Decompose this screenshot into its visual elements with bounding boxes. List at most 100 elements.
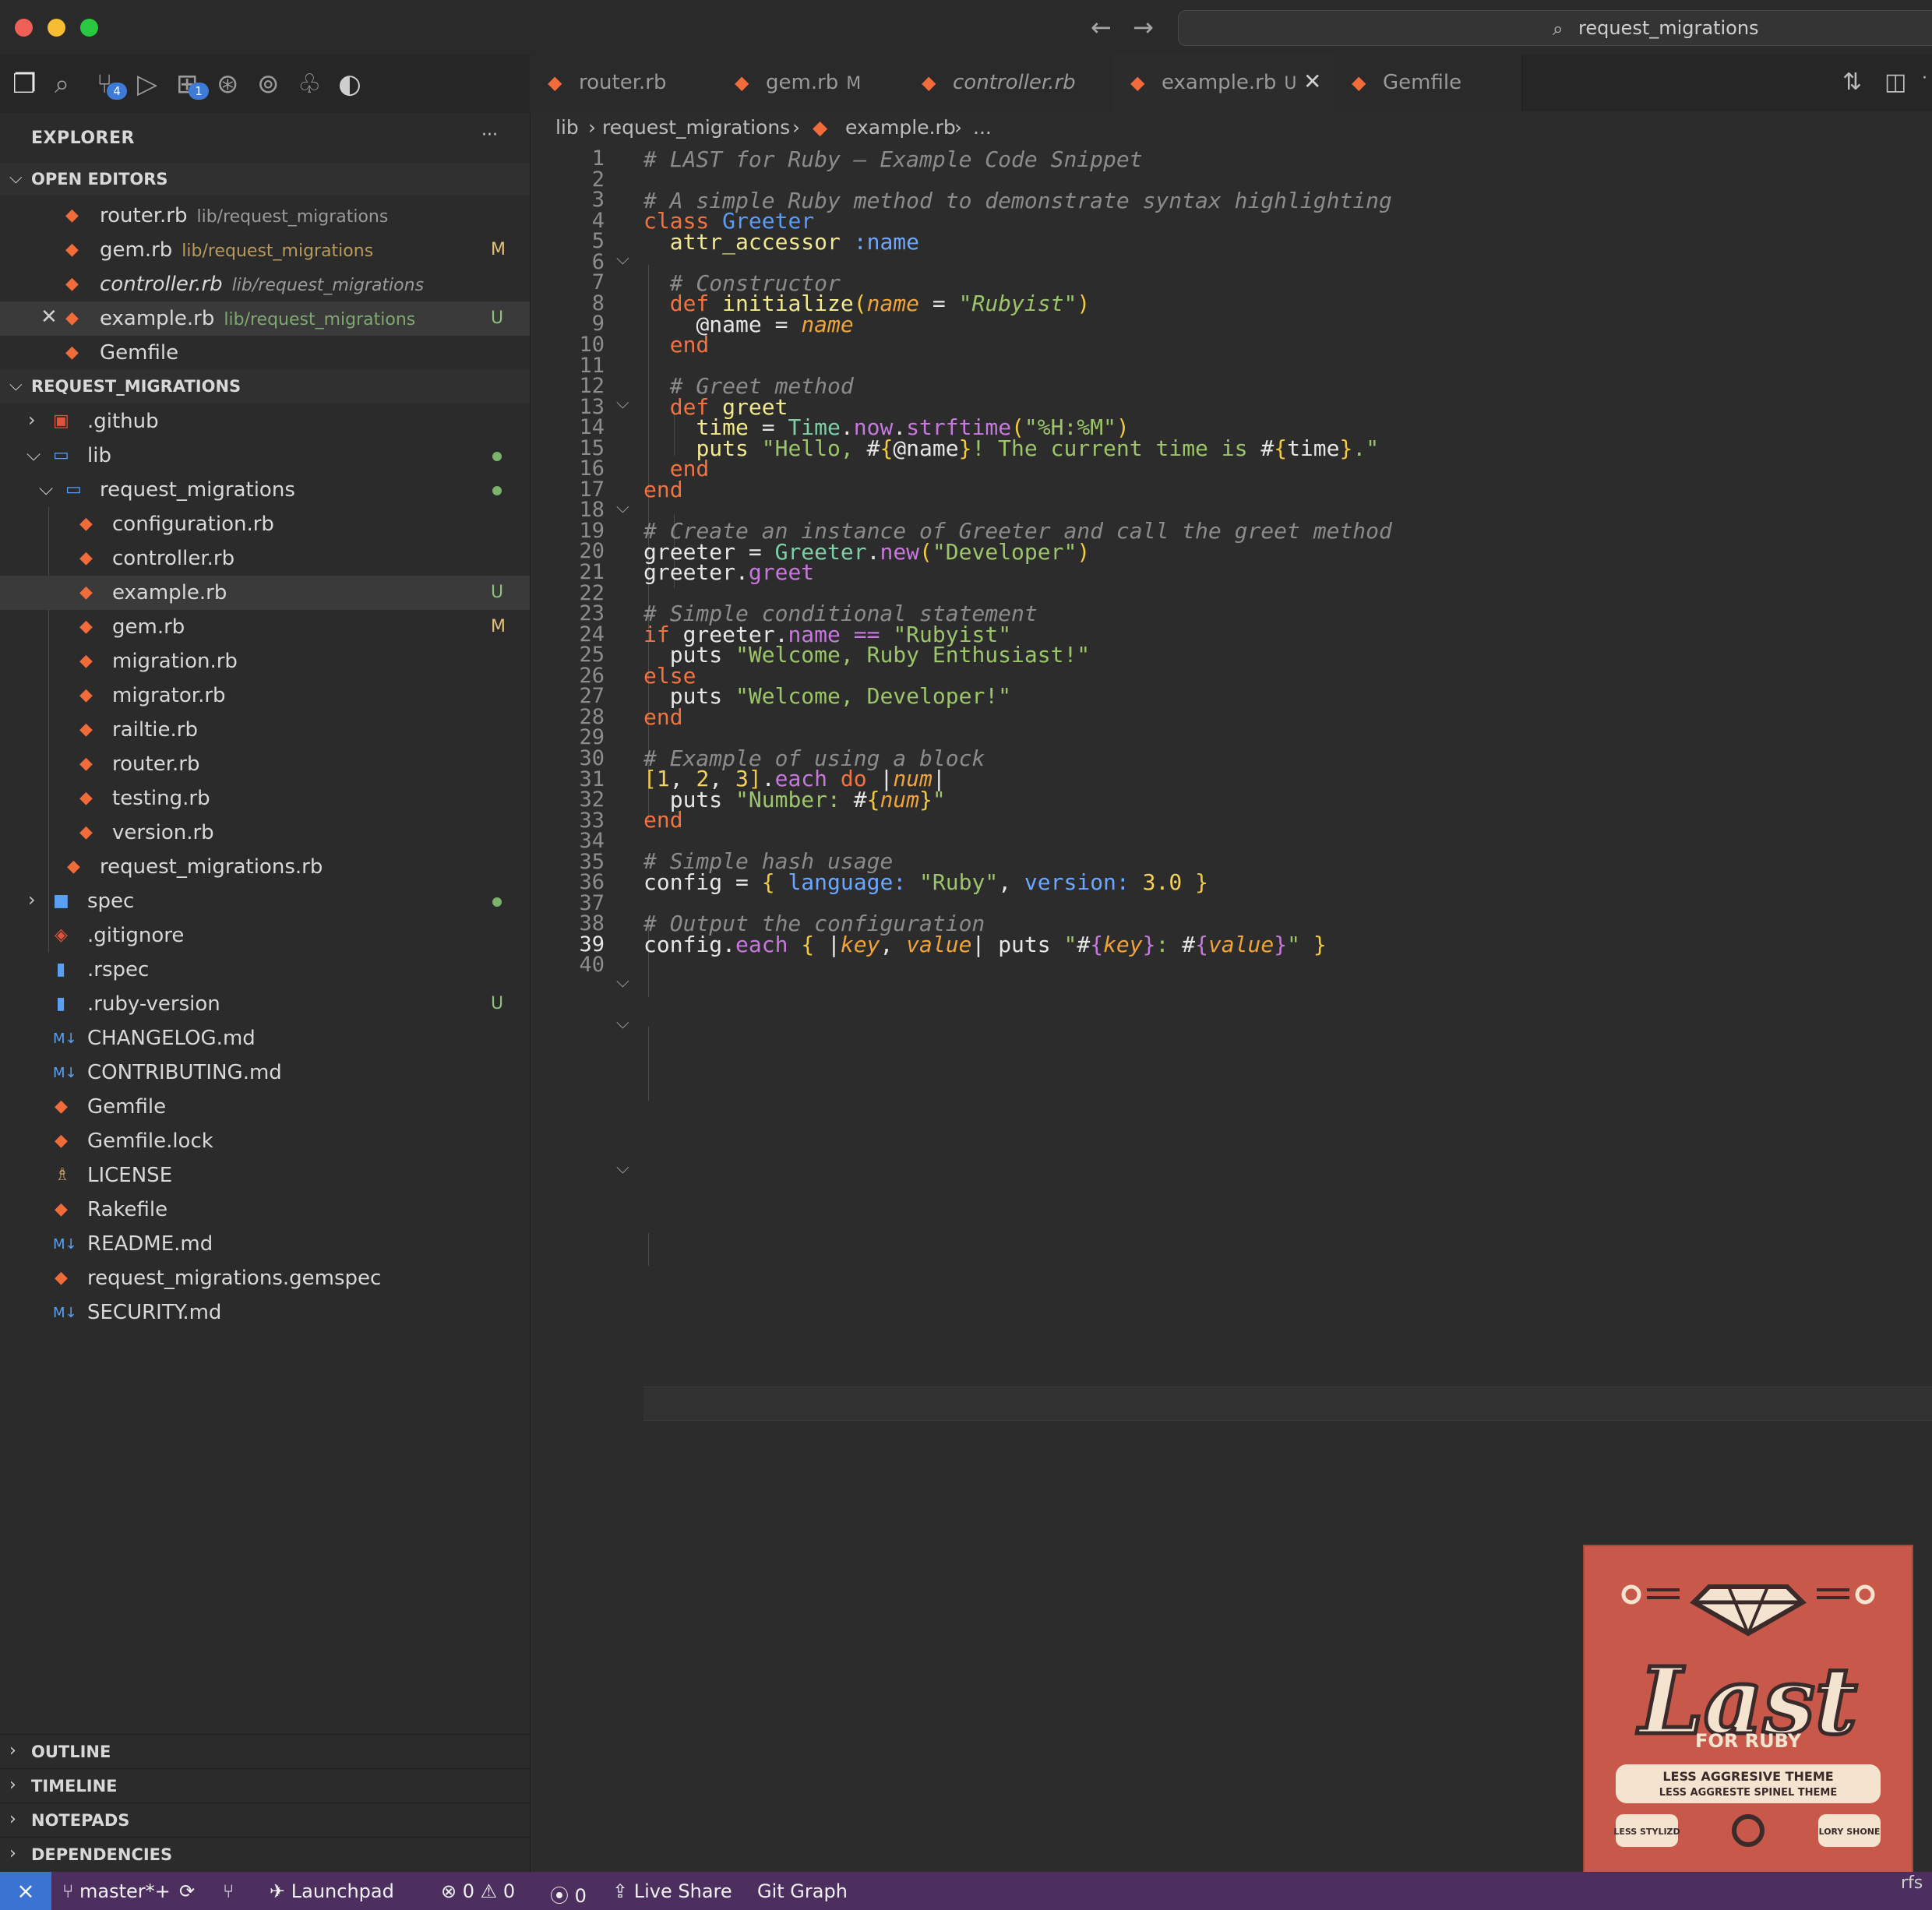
fold-chevron-icon[interactable]: ⌵ bbox=[616, 1013, 629, 1033]
open-editor-gem[interactable]: ◆ gem.rb lib/request_migrations M bbox=[0, 233, 530, 267]
split-editor-icon[interactable]: ◫ bbox=[1884, 69, 1906, 96]
explorer-icon[interactable]: ❐ bbox=[12, 69, 36, 100]
fold-chevron-icon[interactable]: ⌵ bbox=[616, 249, 629, 269]
minimize-window-button[interactable] bbox=[48, 19, 65, 37]
breadcrumb-folder[interactable]: request_migrations bbox=[602, 116, 790, 139]
tree-item-gemfile-lock[interactable]: ◆ Gemfile.lock bbox=[0, 1124, 530, 1158]
logo-chip-left: LESS STYLIZD bbox=[1613, 1827, 1680, 1837]
tree-item-gitignore[interactable]: ◈ .gitignore bbox=[0, 918, 530, 953]
branch-indicator[interactable]: ⑂ master*+ bbox=[62, 1880, 171, 1902]
tree-item-railtie[interactable]: ◆ railtie.rb bbox=[0, 713, 530, 747]
tree-item-changelog[interactable]: M↓ CHANGELOG.md bbox=[0, 1021, 530, 1055]
tab-gemfile[interactable]: ◆ Gemfile bbox=[1334, 55, 1522, 111]
project-header[interactable]: ⌵ REQUEST_MIGRATIONS bbox=[0, 370, 530, 403]
close-icon[interactable]: ✕ bbox=[1303, 69, 1321, 94]
fold-chevron-icon[interactable]: ⌵ bbox=[616, 1158, 629, 1178]
close-icon[interactable]: ✕ bbox=[41, 305, 58, 329]
open-editor-label: example.rb lib/request_migrations bbox=[100, 307, 415, 330]
instance-variable: @name bbox=[893, 435, 959, 461]
tree-label: example.rb bbox=[112, 581, 227, 604]
more-actions-icon[interactable]: · bbox=[1922, 69, 1927, 88]
tree-item-spec[interactable]: › ■ spec bbox=[0, 884, 530, 918]
folder-open-icon: ▭ bbox=[65, 480, 82, 499]
tree-item-version[interactable]: ◆ version.rb bbox=[0, 816, 530, 850]
status-edge-text: rfs bbox=[1901, 1873, 1923, 1893]
dependencies-section[interactable]: › DEPENDENCIES bbox=[0, 1837, 530, 1871]
tree-item-testing[interactable]: ◆ testing.rb bbox=[0, 781, 530, 816]
live-share-icon: ⇪ bbox=[612, 1880, 634, 1902]
live-share-icon[interactable]: ◐ bbox=[338, 69, 361, 100]
fold-chevron-icon[interactable]: ⌵ bbox=[616, 972, 629, 992]
back-arrow-icon[interactable]: ← bbox=[1091, 12, 1112, 42]
timeline-section[interactable]: › TIMELINE bbox=[0, 1768, 530, 1803]
tree-item-security[interactable]: M↓ SECURITY.md bbox=[0, 1295, 530, 1330]
tab-gem[interactable]: ◆ gem.rb M bbox=[717, 55, 905, 111]
zoom-window-button[interactable] bbox=[80, 19, 98, 37]
fold-chevron-icon[interactable]: ⌵ bbox=[616, 498, 629, 517]
tree-item-request-migrations[interactable]: ⌵ ▭ request_migrations bbox=[0, 473, 530, 507]
search-icon[interactable]: ⌕ bbox=[55, 69, 69, 100]
fold-chevron-icon[interactable]: ⌵ bbox=[616, 393, 629, 413]
ruby-icon: ◆ bbox=[67, 857, 80, 876]
logo-chip-right: LORY SHONE bbox=[1819, 1827, 1881, 1837]
forward-arrow-icon[interactable]: → bbox=[1133, 12, 1154, 42]
code-line-5: attr_accessor :name bbox=[643, 229, 919, 255]
command-center-search[interactable]: ⌕ request_migrations bbox=[1178, 10, 1932, 46]
tree-item-migration[interactable]: ◆ migration.rb bbox=[0, 644, 530, 678]
tree-item-migrator[interactable]: ◆ migrator.rb bbox=[0, 678, 530, 713]
chevron-right-icon: › bbox=[954, 116, 962, 139]
compare-changes-icon[interactable]: ⇅ bbox=[1842, 69, 1862, 96]
problems-item[interactable]: ⊗ 0 ⚠ 0 bbox=[441, 1880, 515, 1902]
breadcrumb-symbol[interactable]: ... bbox=[973, 116, 992, 139]
breadcrumb-lib[interactable]: lib bbox=[555, 116, 579, 139]
tree-item-readme[interactable]: M↓ README.md bbox=[0, 1227, 530, 1261]
tree-item-configuration[interactable]: ◆ configuration.rb bbox=[0, 507, 530, 541]
tree-item-ruby-version[interactable]: ▮ .ruby-version U bbox=[0, 987, 530, 1021]
open-editor-example[interactable]: ✕ ◆ example.rb lib/request_migrations U bbox=[0, 301, 530, 336]
open-editor-controller[interactable]: ◆ controller.rb lib/request_migrations bbox=[0, 267, 530, 301]
tree-item-rakefile[interactable]: ◆ Rakefile bbox=[0, 1193, 530, 1227]
tree-label: controller.rb bbox=[112, 547, 235, 570]
ruby-icon: ◆ bbox=[79, 788, 93, 808]
live-share-item[interactable]: ⇪ Live Share bbox=[612, 1880, 732, 1902]
tab-router[interactable]: ◆ router.rb bbox=[531, 55, 718, 111]
tree-item-gemspec[interactable]: ◆ request_migrations.gemspec bbox=[0, 1261, 530, 1295]
git-graph-icon[interactable]: ⊛ bbox=[217, 69, 239, 100]
remote-explorer-icon[interactable]: ⊚ bbox=[257, 69, 280, 100]
ports-item[interactable]: ⦿ 0 bbox=[550, 1880, 587, 1908]
tree-item-controller[interactable]: ◆ controller.rb bbox=[0, 541, 530, 576]
tab-controller[interactable]: ◆ controller.rb bbox=[904, 55, 1114, 111]
tree-item-license[interactable]: ♗ LICENSE bbox=[0, 1158, 530, 1193]
launchpad-item[interactable]: ✈ Launchpad bbox=[270, 1880, 394, 1902]
tree-icon[interactable]: ♧ bbox=[298, 69, 321, 100]
outline-section[interactable]: › OUTLINE bbox=[0, 1734, 530, 1768]
tree-item-example[interactable]: ◆ example.rb U bbox=[0, 576, 530, 610]
breadcrumb-file[interactable]: example.rb bbox=[845, 116, 956, 139]
ports-count: 0 bbox=[574, 1885, 587, 1907]
tree-item-gemfile[interactable]: ◆ Gemfile bbox=[0, 1090, 530, 1124]
open-editor-router[interactable]: ◆ router.rb lib/request_migrations bbox=[0, 199, 530, 233]
tree-item-github[interactable]: › ▣ .github bbox=[0, 404, 530, 439]
keyword: end bbox=[643, 477, 683, 502]
tab-example[interactable]: ◆ example.rb U ✕ bbox=[1113, 55, 1335, 113]
close-window-button[interactable] bbox=[15, 19, 33, 37]
tree-item-router[interactable]: ◆ router.rb bbox=[0, 747, 530, 781]
remote-indicator-icon[interactable]: ⨯ bbox=[0, 1872, 51, 1910]
tree-item-request-migrations-rb[interactable]: ◆ request_migrations.rb bbox=[0, 850, 530, 884]
open-editors-header[interactable]: ⌵ OPEN EDITORS bbox=[0, 163, 530, 196]
sync-icon[interactable]: ⟳ bbox=[179, 1880, 195, 1902]
git-icon[interactable]: ⑂ bbox=[223, 1880, 234, 1902]
more-actions-icon[interactable]: ··· bbox=[481, 125, 498, 145]
tree-item-gem[interactable]: ◆ gem.rb M bbox=[0, 610, 530, 644]
tree-item-rspec[interactable]: ▮ .rspec bbox=[0, 953, 530, 987]
open-editor-gemfile[interactable]: ◆ Gemfile bbox=[0, 336, 530, 370]
git-graph-item[interactable]: Git Graph bbox=[757, 1880, 848, 1902]
notepads-section[interactable]: › NOTEPADS bbox=[0, 1803, 530, 1837]
tree-item-lib[interactable]: ⌵ ▭ lib bbox=[0, 439, 530, 473]
open-editor-label: gem.rb lib/request_migrations bbox=[100, 238, 373, 262]
tree-label: testing.rb bbox=[112, 787, 210, 810]
file-name: Gemfile bbox=[100, 341, 179, 365]
license-icon: ♗ bbox=[55, 1165, 70, 1185]
tree-item-contributing[interactable]: M↓ CONTRIBUTING.md bbox=[0, 1055, 530, 1090]
run-debug-icon[interactable]: ▷ bbox=[137, 69, 157, 100]
